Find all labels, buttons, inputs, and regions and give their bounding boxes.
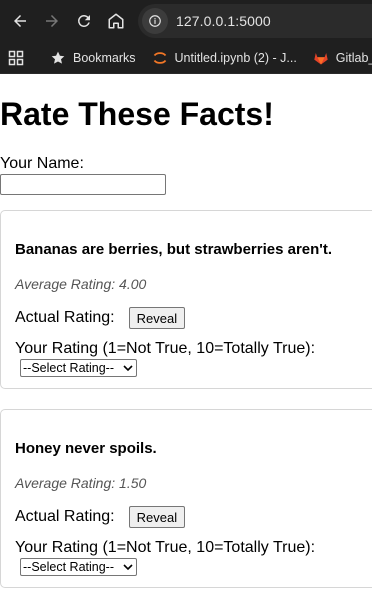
rating-select[interactable]: --Select Rating-- (20, 558, 137, 576)
bookmark-jupyter[interactable]: Untitled.ipynb (2) - J... (152, 50, 297, 66)
fact-card: Honey never spoils. Average Rating: 1.50… (0, 409, 372, 588)
average-rating: Average Rating: 1.50 (15, 475, 146, 491)
arrow-right-icon (46, 15, 58, 27)
home-button[interactable] (100, 5, 132, 37)
star-icon (50, 50, 66, 66)
bookmark-label: Gitlab_syn (335, 50, 372, 65)
rating-select[interactable]: --Select Rating-- (20, 359, 137, 377)
actual-rating-label: Actual Rating: (15, 508, 115, 525)
rating-select-value: --Select Rating-- (23, 560, 114, 574)
jupyter-icon (152, 50, 168, 66)
back-button[interactable] (4, 5, 36, 37)
site-info-button[interactable] (142, 8, 168, 34)
forward-button[interactable] (36, 5, 68, 37)
average-rating-value: 4.00 (119, 276, 147, 292)
browser-chrome: 127.0.0.1:5000 Bookmarks Untitled.ipynb … (0, 0, 372, 74)
arrow-left-icon (14, 15, 26, 27)
fact-card: Bananas are berries, but strawberries ar… (0, 210, 372, 389)
reload-icon (78, 14, 90, 27)
bookmark-gitlab[interactable]: Gitlab_syn (313, 50, 372, 66)
chevron-down-icon (123, 365, 133, 372)
bookmarks-bar: Bookmarks Untitled.ipynb (2) - J... Gitl… (0, 42, 372, 74)
reveal-button[interactable]: Reveal (128, 506, 186, 528)
fact-text: Bananas are berries, but strawberries ar… (15, 241, 333, 258)
average-rating: Average Rating: 4.00 (15, 276, 146, 292)
actual-rating-label: Actual Rating: (15, 309, 115, 326)
bookmark-label: Bookmarks (73, 50, 136, 65)
apps-grid-icon[interactable] (8, 50, 24, 66)
address-bar[interactable]: 127.0.0.1:5000 (138, 4, 372, 38)
chevron-down-icon (123, 564, 133, 571)
name-label: Your Name: (0, 155, 84, 172)
gitlab-icon (313, 50, 329, 66)
bookmark-label: Untitled.ipynb (2) - J... (174, 50, 297, 65)
browser-toolbar: 127.0.0.1:5000 (0, 0, 372, 42)
actual-rating-row: Actual Rating: Reveal (15, 307, 186, 329)
home-icon (108, 13, 124, 29)
average-rating-value: 1.50 (119, 475, 147, 491)
bookmark-bookmarks[interactable]: Bookmarks (50, 50, 136, 66)
url-text: 127.0.0.1:5000 (176, 13, 271, 29)
page-title: Rate These Facts! (0, 96, 274, 132)
info-icon (149, 15, 161, 27)
fact-text: Honey never spoils. (15, 440, 157, 457)
reload-button[interactable] (68, 5, 100, 37)
your-rating-label: Your Rating (1=Not True, 10=Totally True… (15, 539, 316, 556)
name-input[interactable] (0, 174, 166, 195)
average-rating-label: Average Rating: (15, 475, 116, 491)
actual-rating-row: Actual Rating: Reveal (15, 506, 186, 528)
average-rating-label: Average Rating: (15, 276, 116, 292)
your-rating-label: Your Rating (1=Not True, 10=Totally True… (15, 340, 316, 357)
rating-select-value: --Select Rating-- (23, 361, 114, 375)
reveal-button[interactable]: Reveal (128, 307, 186, 329)
